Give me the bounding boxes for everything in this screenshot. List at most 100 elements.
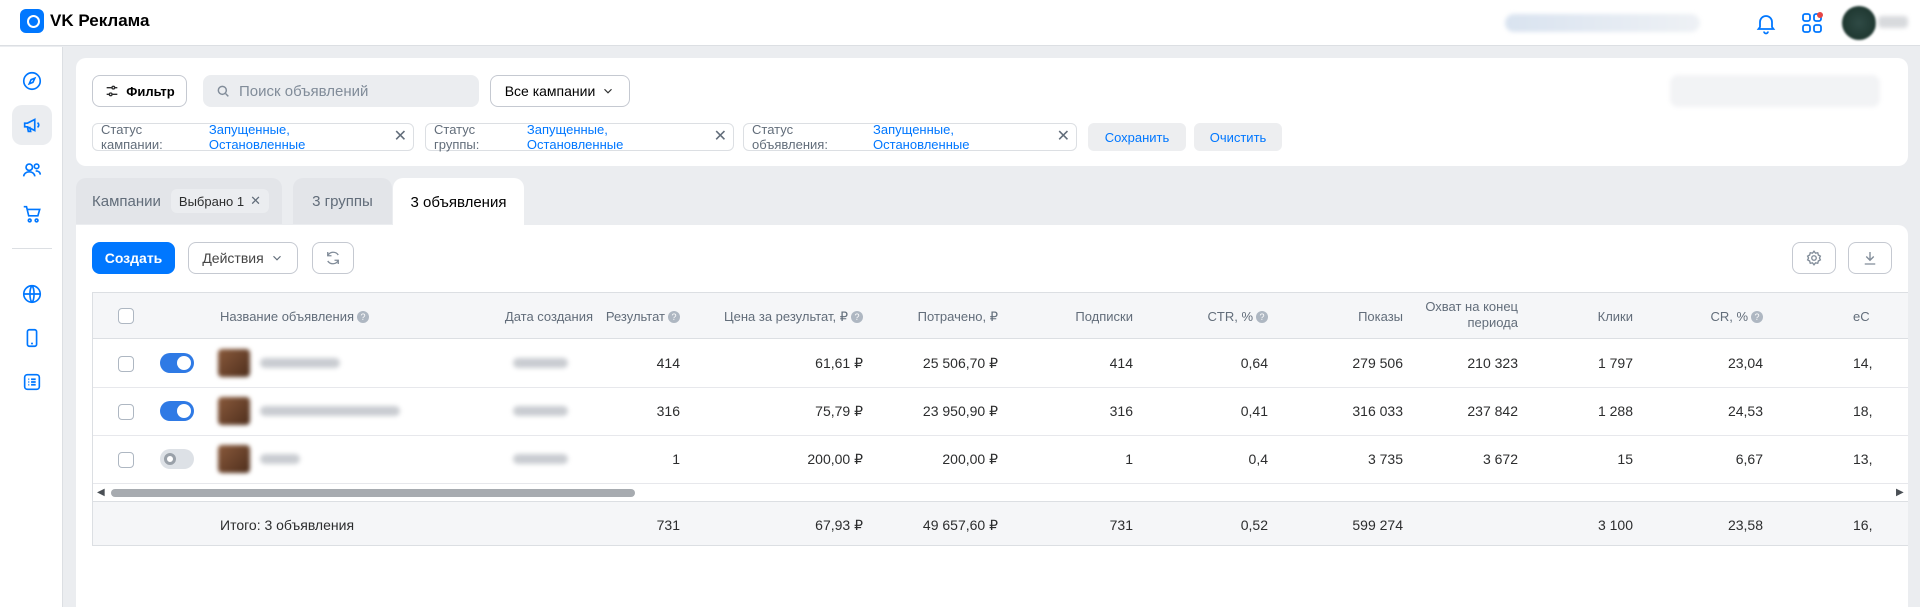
- tab-ads[interactable]: 3 объявления: [393, 178, 524, 226]
- col-name[interactable]: Название объявления?: [220, 309, 370, 324]
- date-range-picker[interactable]: [1670, 75, 1880, 107]
- horizontal-scrollbar[interactable]: ◀ ▶: [93, 485, 1908, 501]
- tab-groups[interactable]: 3 группы: [293, 178, 392, 224]
- account-switcher[interactable]: [1505, 14, 1700, 32]
- cell-spent: 23 950,90 ₽: [922, 403, 998, 419]
- ad-name[interactable]: [260, 406, 400, 416]
- search-input[interactable]: [239, 82, 459, 100]
- create-button[interactable]: Создать: [92, 242, 175, 274]
- chip-ad-status[interactable]: Статус объявления: Запущенные, Остановле…: [743, 122, 1077, 152]
- filter-panel: Фильтр Все кампании Статус кампании: Зап…: [76, 58, 1908, 166]
- app-logo[interactable]: VK Реклама: [20, 9, 150, 33]
- cell-subscriptions: 414: [1109, 355, 1133, 371]
- filter-button[interactable]: Фильтр: [92, 75, 187, 107]
- table-row[interactable]: 1 200,00 ₽ 200,00 ₽ 1 0,4 3 735 3 672 15…: [93, 436, 1908, 484]
- download-button[interactable]: [1848, 242, 1892, 274]
- col-cr[interactable]: CR, %?: [1663, 309, 1763, 324]
- chevron-down-icon: [272, 255, 281, 261]
- scroll-left-icon[interactable]: ◀: [97, 487, 105, 498]
- ad-status-toggle[interactable]: [160, 449, 194, 469]
- chip-value: Запущенные, Остановленные: [873, 122, 970, 152]
- sidebar-item-sites[interactable]: [12, 274, 52, 314]
- col-result[interactable]: Результат?: [593, 309, 680, 324]
- apps-icon[interactable]: [1800, 11, 1824, 35]
- ad-thumbnail[interactable]: [218, 397, 250, 425]
- help-icon[interactable]: ?: [668, 311, 680, 323]
- ad-status-toggle[interactable]: [160, 401, 194, 421]
- select-all-checkbox[interactable]: [118, 308, 134, 324]
- col-ecpm[interactable]: eC: [1853, 309, 1870, 324]
- search-box[interactable]: [203, 75, 479, 107]
- ad-name[interactable]: [260, 454, 300, 464]
- row-checkbox[interactable]: [118, 452, 134, 468]
- row-checkbox[interactable]: [118, 356, 134, 372]
- chip-campaign-status[interactable]: Статус кампании: Запущенные, Остановленн…: [92, 122, 414, 152]
- col-shows[interactable]: Показы: [1293, 309, 1403, 324]
- cell-clicks: 15: [1617, 451, 1633, 467]
- search-icon: [217, 85, 229, 97]
- table-settings-button[interactable]: [1792, 242, 1836, 274]
- chip-value: Запущенные, Остановленные: [208, 122, 306, 152]
- chip-value: Запущенные, Остановленные: [526, 122, 624, 152]
- tab-campaigns-label: Кампании: [92, 192, 161, 210]
- col-spent[interactable]: Потрачено, ₽: [883, 309, 998, 325]
- clear-filter-button[interactable]: Очистить: [1194, 123, 1282, 151]
- refresh-button[interactable]: [312, 242, 354, 274]
- sidebar-item-apps[interactable]: [12, 318, 52, 358]
- help-icon[interactable]: ?: [357, 311, 370, 323]
- sidebar-item-campaigns[interactable]: [12, 105, 52, 145]
- close-icon[interactable]: ✕: [394, 129, 407, 145]
- help-icon[interactable]: ?: [851, 311, 863, 323]
- cell-subscriptions: 1: [1125, 451, 1133, 467]
- tab-campaigns[interactable]: Кампании Выбрано 1 ✕: [76, 178, 282, 224]
- ad-status-toggle[interactable]: [160, 353, 194, 373]
- cell-ecpm: 18,: [1853, 403, 1873, 419]
- filter-button-label: Фильтр: [126, 83, 175, 99]
- cell-ecpm: 14,: [1853, 355, 1873, 371]
- sidebar-item-ecommerce[interactable]: [12, 194, 52, 234]
- chip-group-status[interactable]: Статус группы: Запущенные, Остановленные…: [425, 122, 734, 152]
- col-subscriptions[interactable]: Подписки: [1033, 309, 1133, 324]
- sidebar-divider: [12, 248, 52, 249]
- ad-thumbnail[interactable]: [218, 349, 250, 377]
- ads-panel: Создать Действия Название объявления? Да…: [76, 225, 1908, 607]
- selected-badge-label: Выбрано 1: [178, 193, 245, 209]
- cart-icon: [23, 205, 41, 223]
- list-icon: [23, 373, 41, 391]
- table-row[interactable]: 316 75,79 ₽ 23 950,90 ₽ 316 0,41 316 033…: [93, 388, 1908, 436]
- scroll-right-icon[interactable]: ▶: [1896, 487, 1904, 498]
- save-filter-button[interactable]: Сохранить: [1088, 123, 1186, 151]
- actions-dropdown[interactable]: Действия: [188, 242, 298, 274]
- ad-created-date: [513, 358, 568, 368]
- total-label: Итого: 3 объявления: [220, 517, 355, 533]
- user-avatar[interactable]: [1842, 6, 1876, 40]
- col-ctr[interactable]: CTR, %?: [1168, 309, 1268, 324]
- sidebar-item-overview[interactable]: [12, 61, 52, 101]
- ad-thumbnail[interactable]: [218, 445, 250, 473]
- table-total-row: Итого: 3 объявления 731 67,93 ₽ 49 657,6…: [93, 501, 1908, 545]
- row-checkbox[interactable]: [118, 404, 134, 420]
- selected-badge[interactable]: Выбрано 1 ✕: [170, 189, 269, 213]
- bell-icon[interactable]: [1754, 11, 1778, 35]
- cell-price: 61,61 ₽: [815, 355, 863, 371]
- cell-clicks: 1 288: [1597, 403, 1633, 419]
- close-icon[interactable]: ✕: [714, 129, 727, 145]
- cell-price: 200,00 ₽: [807, 451, 863, 467]
- close-icon[interactable]: ✕: [1057, 129, 1070, 145]
- col-date[interactable]: Дата создания: [483, 309, 593, 324]
- cell-ctr: 0,4: [1248, 451, 1268, 467]
- campaigns-select[interactable]: Все кампании: [490, 75, 630, 107]
- col-reach[interactable]: Охват на конец периода: [1418, 299, 1518, 331]
- help-icon[interactable]: ?: [1751, 311, 1763, 323]
- cell-shows: 316 033: [1352, 403, 1403, 419]
- sidebar-item-audiences[interactable]: [12, 150, 52, 190]
- cell-reach: 210 323: [1467, 355, 1518, 371]
- close-icon[interactable]: ✕: [250, 193, 261, 209]
- table-row[interactable]: 414 61,61 ₽ 25 506,70 ₽ 414 0,64 279 506…: [93, 340, 1908, 388]
- col-clicks[interactable]: Клики: [1533, 309, 1633, 324]
- help-icon[interactable]: ?: [1256, 311, 1268, 323]
- scrollbar-thumb[interactable]: [111, 489, 635, 497]
- sidebar-item-lead-forms[interactable]: [12, 362, 52, 402]
- col-price[interactable]: Цена за результат, ₽?: [683, 309, 863, 325]
- ad-name[interactable]: [260, 358, 340, 368]
